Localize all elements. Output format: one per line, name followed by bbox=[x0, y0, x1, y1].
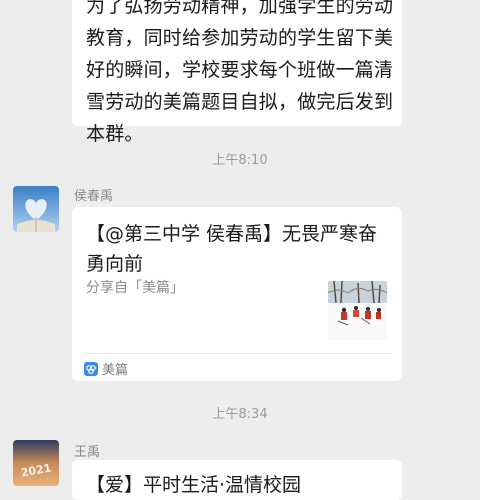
timestamp: 上午8:10 bbox=[212, 153, 268, 168]
sender-name: 侯春禹 bbox=[74, 189, 114, 204]
avatar-heart-book-image bbox=[13, 186, 59, 232]
meipian-logo-icon bbox=[84, 361, 98, 376]
card-share-source: 分享自「美篇」 bbox=[86, 280, 184, 296]
card-thumbnail bbox=[328, 281, 387, 340]
card-app-source[interactable]: 美篇 bbox=[84, 359, 128, 378]
sender-name: 王禹 bbox=[74, 445, 101, 460]
avatar-houchunyu[interactable] bbox=[13, 186, 59, 232]
snow-scene-image bbox=[328, 281, 387, 340]
avatar-wangyu[interactable]: 2021 bbox=[13, 440, 59, 486]
card-app-name: 美篇 bbox=[102, 363, 129, 378]
message-bubble-announcement[interactable]: 为了弘扬劳动精神，加强学生的劳动教育，同时给参加劳动的学生留下美好的瞬间，学校要… bbox=[72, 0, 402, 145]
card-divider bbox=[82, 353, 392, 354]
card-title: 【@第三中学 侯春禹】无畏严寒奋勇向前 bbox=[86, 223, 378, 275]
avatar-sunset-2021-image: 2021 bbox=[13, 440, 59, 486]
message-text: 【爱】平时生活·温情校园 bbox=[86, 474, 302, 496]
timestamp: 上午8:34 bbox=[212, 407, 268, 422]
message-bubble-bottom[interactable]: 【爱】平时生活·温情校园 bbox=[72, 460, 402, 500]
shared-article-card[interactable]: 【@第三中学 侯春禹】无畏严寒奋勇向前 分享自「美篇」 美篇 bbox=[72, 207, 402, 381]
message-text: 为了弘扬劳动精神，加强学生的劳动教育，同时给参加劳动的学生留下美好的瞬间，学校要… bbox=[86, 0, 394, 145]
